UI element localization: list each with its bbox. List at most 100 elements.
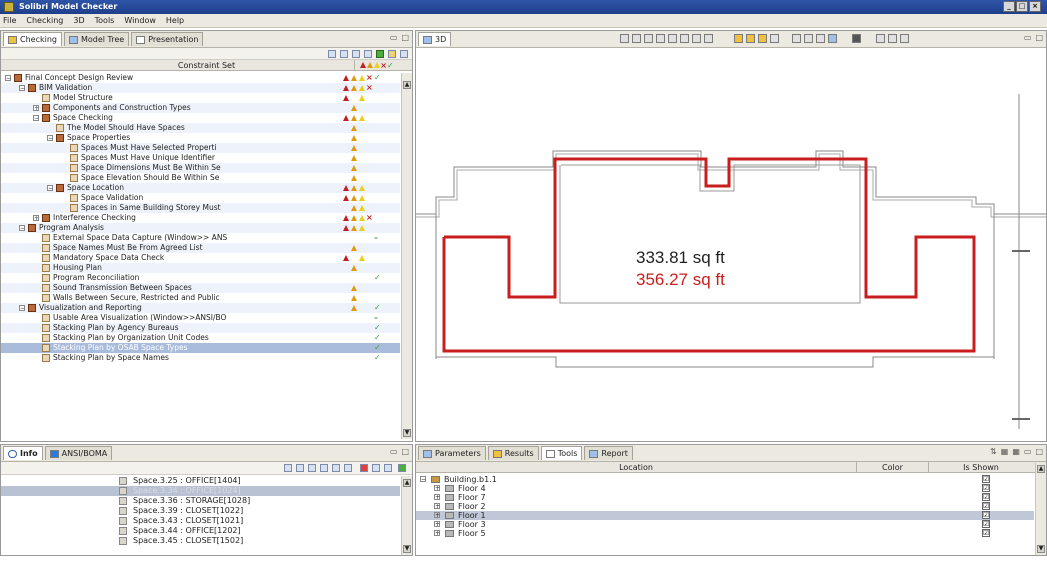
check-run-icon[interactable] [376, 50, 384, 58]
tab-presentation[interactable]: Presentation [131, 32, 204, 46]
tools-action-3-icon[interactable]: ▦ [1012, 447, 1020, 456]
info-tool-1-icon[interactable] [284, 464, 292, 472]
info-maximize-icon[interactable]: □ [401, 447, 409, 456]
location-row[interactable]: + Floor 1 ☑ [416, 511, 1034, 520]
display-mode-icon[interactable] [852, 34, 861, 43]
rule-row[interactable]: − Space Properties [1, 133, 400, 143]
expand-icon[interactable]: + [434, 503, 440, 510]
tab-model-tree[interactable]: Model Tree [63, 32, 130, 46]
expand-icon[interactable]: + [33, 215, 39, 222]
open-ruleset-icon[interactable] [328, 50, 336, 58]
is-shown-checkbox[interactable]: ☑ [982, 520, 990, 528]
pan-icon[interactable] [632, 34, 641, 43]
rule-row[interactable]: Stacking Plan by Organization Unit Codes… [1, 333, 400, 343]
rule-row[interactable]: − Space Checking [1, 113, 400, 123]
rule-row[interactable]: Space Elevation Should Be Within Se [1, 173, 400, 183]
collapse-icon[interactable]: − [19, 305, 25, 312]
is-shown-checkbox[interactable]: ☑ [982, 493, 990, 501]
info-tool-2-icon[interactable] [296, 464, 304, 472]
info-scrollbar[interactable]: ▲ ▼ [401, 476, 412, 555]
tab-parameters[interactable]: Parameters [418, 446, 486, 460]
location-row[interactable]: + Floor 7 ☑ [416, 493, 1034, 502]
rule-row[interactable]: Space Names Must Be From Agreed List [1, 243, 400, 253]
tools-minimize-icon[interactable]: ▭ [1024, 447, 1032, 456]
rule-row[interactable]: − Space Location [1, 183, 400, 193]
tab-info[interactable]: Info [3, 446, 43, 460]
rule-row[interactable]: Stacking Plan by Agency Bureaus ✓ [1, 323, 400, 333]
menu-3d[interactable]: 3D [73, 16, 84, 25]
is-shown-checkbox[interactable]: ☑ [982, 502, 990, 510]
rule-row[interactable]: − BIM Validation × [1, 83, 400, 93]
is-shown-checkbox[interactable]: ☑ [982, 511, 990, 519]
info-tool-6-icon[interactable] [344, 464, 352, 472]
scroll-down-arrow[interactable]: ▼ [403, 429, 411, 437]
space-list-item[interactable]: Space.3.39 : CLOSET[1022] [1, 506, 400, 516]
maximize-button[interactable]: □ [1016, 1, 1028, 12]
collapse-icon[interactable]: − [47, 185, 53, 192]
collapse-icon[interactable]: − [19, 225, 25, 232]
views-icon[interactable] [888, 34, 897, 43]
menu-help[interactable]: Help [166, 16, 184, 25]
location-scrollbar[interactable]: ▲ ▼ [1035, 463, 1046, 555]
info-tool-5-icon[interactable] [332, 464, 340, 472]
expand-icon[interactable]: + [33, 105, 39, 112]
location-column-header[interactable]: Location [416, 462, 856, 473]
fit-view-icon[interactable] [828, 34, 837, 43]
rule-row[interactable]: Sound Transmission Between Spaces [1, 283, 400, 293]
tools-action-2-icon[interactable]: ▦ [1001, 447, 1009, 456]
rule-row[interactable]: − Program Analysis [1, 223, 400, 233]
select-icon[interactable] [668, 34, 677, 43]
location-row[interactable]: + Floor 5 ☑ [416, 529, 1034, 538]
filter-icon[interactable] [364, 50, 372, 58]
info-minimize-icon[interactable]: ▭ [390, 447, 398, 456]
space-list-item[interactable]: Space.3.25 : OFFICE[1404] [1, 476, 400, 486]
walk-icon[interactable] [644, 34, 653, 43]
zoom-out-icon[interactable] [804, 34, 813, 43]
tab-ansi-boma[interactable]: ANSI/BOMA [44, 446, 113, 460]
rule-row[interactable]: Spaces Must Have Unique Identifier [1, 153, 400, 163]
location-scroll-up-arrow[interactable]: ▲ [1037, 465, 1045, 473]
panel-minimize-icon[interactable]: ▭ [390, 33, 398, 42]
refresh-icon[interactable] [400, 50, 408, 58]
isolate-icon[interactable] [692, 34, 701, 43]
tools-action-1-icon[interactable]: ⇅ [990, 447, 997, 456]
is-shown-checkbox[interactable]: ☑ [982, 529, 990, 537]
info-tool-4-icon[interactable] [320, 464, 328, 472]
floor-plan-canvas[interactable]: 333.81 sq ft 356.27 sq ft [416, 49, 1046, 441]
rule-row[interactable]: Spaces in Same Building Storey Must [1, 203, 400, 213]
is-shown-checkbox[interactable]: ☑ [982, 484, 990, 492]
info-tool-8-icon[interactable] [372, 464, 380, 472]
viewer-minimize-icon[interactable]: ▭ [1024, 33, 1032, 42]
measure-icon[interactable] [746, 34, 755, 43]
ruleset-scrollbar[interactable]: ▲ ▼ [401, 73, 412, 439]
rule-row[interactable]: Mandatory Space Data Check [1, 253, 400, 263]
viewer-maximize-icon[interactable]: □ [1035, 33, 1043, 42]
zoom-window-icon[interactable] [816, 34, 825, 43]
save-ruleset-icon[interactable] [340, 50, 348, 58]
tab-tools[interactable]: Tools [540, 446, 583, 460]
collapse-icon[interactable]: − [420, 476, 426, 483]
rotate-icon[interactable] [620, 34, 629, 43]
menu-window[interactable]: Window [124, 16, 156, 25]
location-row[interactable]: + Floor 4 ☑ [416, 484, 1034, 493]
tab-3d[interactable]: 3D [418, 32, 452, 46]
collapse-icon[interactable]: − [19, 85, 25, 92]
rule-row[interactable]: Stacking Plan by Space Names ✓ [1, 353, 400, 363]
zoom-in-icon[interactable] [792, 34, 801, 43]
rule-row[interactable]: + Interference Checking × [1, 213, 400, 223]
space-list-item[interactable]: Space.3.43 : CLOSET[1021] [1, 516, 400, 526]
close-button[interactable]: × [1029, 1, 1041, 12]
rule-row[interactable]: The Model Should Have Spaces [1, 123, 400, 133]
fly-icon[interactable] [656, 34, 665, 43]
expand-icon[interactable]: + [434, 485, 440, 492]
edit-icon[interactable] [388, 50, 396, 58]
scroll-up-arrow[interactable]: ▲ [403, 81, 411, 89]
info-scroll-down-arrow[interactable]: ▼ [403, 545, 411, 553]
location-row[interactable]: − Building.b1.1 ☑ [416, 475, 1034, 484]
rule-row[interactable]: + Components and Construction Types [1, 103, 400, 113]
section-icon[interactable] [734, 34, 743, 43]
plan-icon[interactable] [770, 34, 779, 43]
rule-row[interactable]: Spaces Must Have Selected Properti [1, 143, 400, 153]
info-scroll-up-arrow[interactable]: ▲ [403, 479, 411, 487]
space-list-item[interactable]: Space.3.45 : CLOSET[1502] [1, 536, 400, 546]
